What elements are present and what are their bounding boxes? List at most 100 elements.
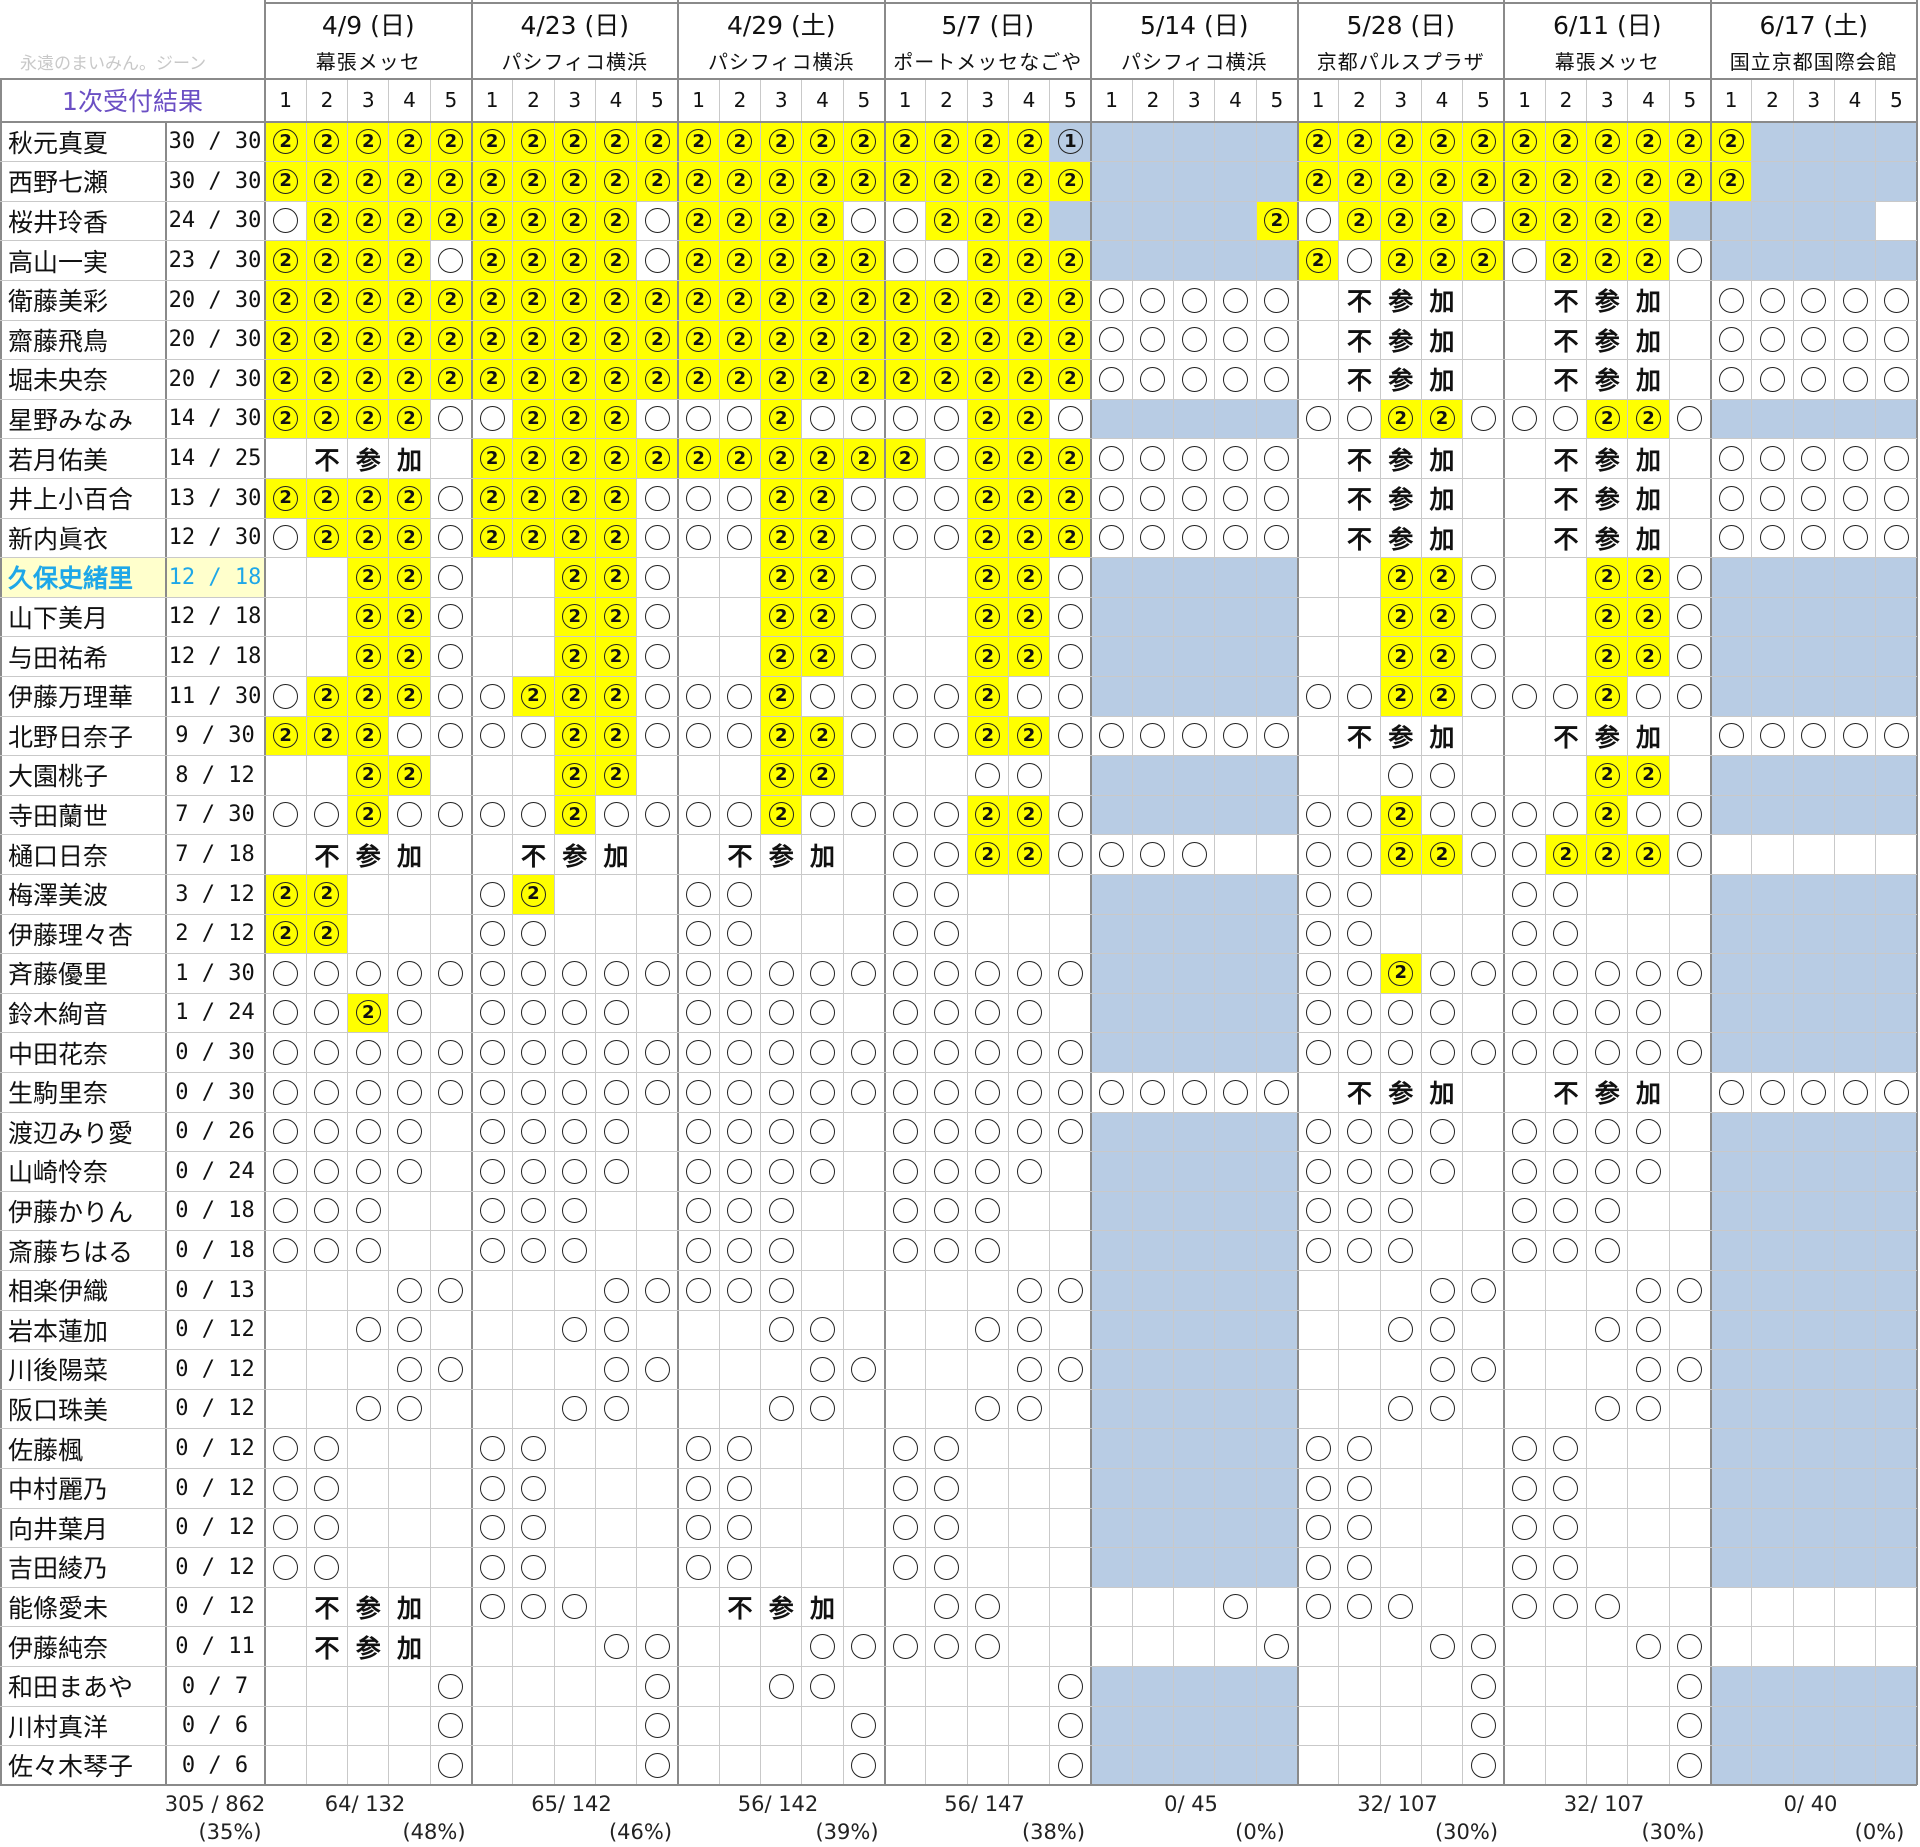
empty-cell xyxy=(1421,874,1462,914)
circled-two-icon: 2 xyxy=(314,287,340,313)
circled-two-icon: 2 xyxy=(603,129,629,155)
win-2-cell: 2 xyxy=(265,874,307,914)
no-sale-cell xyxy=(1710,1428,1752,1469)
open-circle-icon xyxy=(851,1752,877,1778)
empty-cell xyxy=(513,1270,554,1310)
open-circle-icon xyxy=(1512,881,1538,907)
applied-cell xyxy=(1793,320,1834,360)
applied-cell xyxy=(637,518,678,558)
no-sale-cell xyxy=(1173,1151,1215,1192)
not-participating: 参 xyxy=(1587,320,1628,360)
open-circle-icon xyxy=(1470,604,1496,630)
empty-cell xyxy=(1504,320,1545,360)
open-circle-icon xyxy=(1429,1040,1455,1066)
not-participating: 加 xyxy=(1628,716,1669,756)
grid-line xyxy=(1668,78,1670,1786)
not-participating-char: 加 xyxy=(1636,1079,1662,1109)
open-circle-icon xyxy=(562,1000,588,1026)
open-circle-icon xyxy=(1057,1119,1083,1145)
empty-cell xyxy=(265,1706,306,1746)
open-circle-icon xyxy=(438,1040,464,1066)
win-2-cell: 2 xyxy=(471,122,513,162)
applied-cell xyxy=(637,1072,678,1112)
no-sale-cell xyxy=(1256,953,1298,994)
applied-cell xyxy=(926,1468,967,1508)
empty-cell xyxy=(1050,1548,1091,1588)
no-sale-cell xyxy=(1793,795,1835,835)
applied-cell xyxy=(1215,320,1256,360)
grid-line xyxy=(0,279,1917,281)
open-circle-icon xyxy=(1057,1079,1083,1105)
slot-number: 4 xyxy=(403,88,416,112)
applied-cell xyxy=(1339,954,1380,994)
no-sale-cell xyxy=(1875,122,1917,162)
win-2-cell: 2 xyxy=(801,636,844,677)
empty-cell xyxy=(1504,518,1545,558)
applied-cell xyxy=(1545,1191,1586,1231)
win-2-cell: 2 xyxy=(1586,240,1628,281)
applied-cell xyxy=(1339,874,1380,914)
empty-cell xyxy=(1256,1587,1297,1627)
open-circle-icon xyxy=(1553,1119,1579,1145)
win-2-cell: 2 xyxy=(967,359,1009,400)
empty-cell xyxy=(637,1112,678,1152)
circled-two-icon: 2 xyxy=(1470,129,1496,155)
win-2-cell: 2 xyxy=(388,320,431,360)
circled-two-icon: 2 xyxy=(273,248,299,274)
not-participating: 不 xyxy=(1545,518,1586,558)
applied-cell xyxy=(595,1389,636,1429)
event-venue: パシフィコ横浜 xyxy=(707,49,855,74)
win-2-cell: 2 xyxy=(1297,240,1339,281)
applied-cell xyxy=(926,795,967,835)
grid-line xyxy=(801,78,803,1786)
slot-number: 2 xyxy=(940,88,953,112)
empty-cell xyxy=(265,1627,306,1667)
empty-cell xyxy=(761,1350,802,1390)
applied-cell xyxy=(1752,1072,1793,1112)
applied-cell xyxy=(1421,993,1462,1033)
win-2-cell: 2 xyxy=(1049,518,1091,558)
open-circle-icon xyxy=(686,1277,712,1303)
empty-cell xyxy=(265,1746,306,1786)
applied-cell xyxy=(1628,1350,1669,1390)
empty-cell xyxy=(1174,1627,1215,1667)
member-count: 0 / 30 xyxy=(175,1040,255,1066)
win-2-cell: 2 xyxy=(678,201,720,241)
no-sale-cell xyxy=(1214,1151,1257,1192)
not-participating-char: 参 xyxy=(355,445,381,475)
empty-cell xyxy=(1504,716,1545,756)
applied-cell xyxy=(1711,439,1752,479)
empty-cell xyxy=(885,637,926,677)
no-sale-cell xyxy=(1834,161,1876,202)
open-circle-icon xyxy=(1181,327,1207,353)
open-circle-icon xyxy=(1429,802,1455,828)
applied-cell xyxy=(1132,360,1173,400)
not-participating-char: 不 xyxy=(727,1593,753,1623)
applied-cell xyxy=(1711,478,1752,518)
applied-cell xyxy=(637,954,678,994)
win-2-cell: 2 xyxy=(1380,636,1422,677)
applied-cell xyxy=(1215,439,1256,479)
circled-two-icon: 2 xyxy=(768,129,794,155)
open-circle-icon xyxy=(1594,1396,1620,1422)
open-circle-icon xyxy=(644,1634,670,1660)
no-sale-cell xyxy=(1091,240,1133,281)
no-sale-cell xyxy=(1132,1428,1174,1469)
open-circle-icon xyxy=(686,960,712,986)
win-2-cell: 2 xyxy=(801,438,844,479)
circled-two-icon: 2 xyxy=(1594,644,1620,670)
empty-cell xyxy=(761,874,802,914)
open-circle-icon xyxy=(1677,644,1703,670)
empty-cell xyxy=(1463,716,1504,756)
applied-cell xyxy=(1298,795,1339,835)
open-circle-icon xyxy=(438,604,464,630)
open-circle-icon xyxy=(1388,1158,1414,1184)
no-sale-cell xyxy=(1214,1270,1257,1310)
empty-cell xyxy=(843,756,884,796)
empty-cell xyxy=(885,1666,926,1706)
applied-cell xyxy=(843,1033,884,1073)
no-sale-cell xyxy=(1834,1468,1876,1508)
circled-two-icon: 2 xyxy=(520,406,546,432)
open-circle-icon xyxy=(933,802,959,828)
empty-cell xyxy=(306,1746,347,1786)
